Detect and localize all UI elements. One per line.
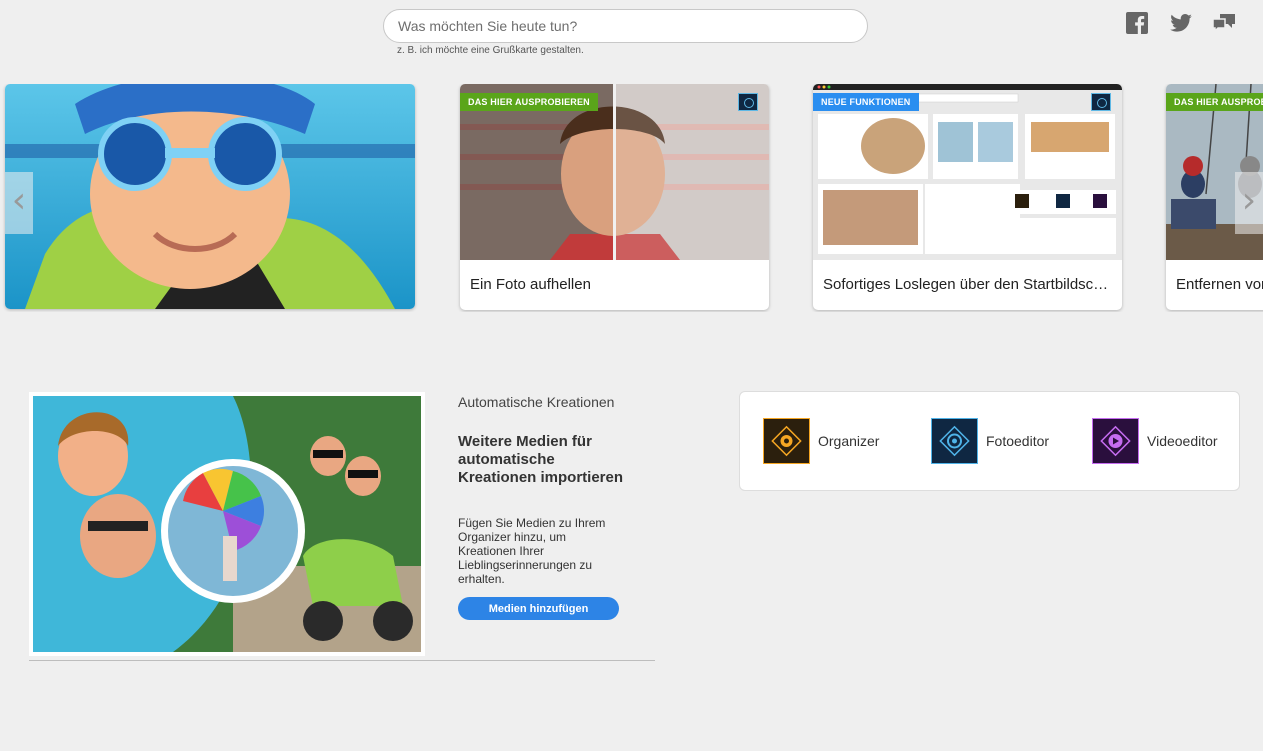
photo-editor-icon — [931, 418, 978, 464]
auto-creation-preview[interactable] — [29, 392, 425, 656]
auto-creations-title: Automatische Kreationen — [458, 394, 615, 410]
twitter-icon[interactable] — [1169, 11, 1193, 35]
carousel: DAS HIER AUSPROBIEREN Ein Foto aufhellen — [0, 84, 1263, 312]
auto-creations-heading: Weitere Medien für automatische Kreation… — [458, 433, 624, 486]
facebook-icon[interactable] — [1125, 11, 1149, 35]
video-editor-icon — [1092, 418, 1139, 464]
carousel-card-featured[interactable] — [5, 84, 415, 309]
photoshop-elements-icon — [738, 93, 758, 111]
video-editor-label: Videoeditor — [1147, 433, 1218, 449]
organizer-button[interactable]: Organizer — [763, 418, 879, 464]
carousel-next-button[interactable]: › — [1235, 172, 1263, 234]
search-box[interactable] — [383, 9, 868, 43]
carousel-card-brighten[interactable]: DAS HIER AUSPROBIEREN Ein Foto aufhellen — [460, 84, 769, 310]
auto-creations-description: Fügen Sie Medien zu Ihrem Organizer hinz… — [458, 516, 606, 586]
photo-editor-button[interactable]: Fotoeditor — [931, 418, 1049, 464]
organizer-icon — [763, 418, 810, 464]
search-input[interactable] — [384, 10, 867, 42]
video-editor-button[interactable]: Videoeditor — [1092, 418, 1218, 464]
divider — [29, 660, 655, 661]
photoshop-elements-icon — [1091, 93, 1111, 111]
card-caption: Ein Foto aufhellen — [470, 276, 591, 293]
card-caption: Sofortiges Loslegen über den Startbildsc… — [823, 276, 1114, 293]
card-badge: NEUE FUNKTIONEN — [813, 93, 919, 111]
search-hint: z. B. ich möchte eine Grußkarte gestalte… — [397, 45, 584, 56]
card-caption: Entfernen von Objekten — [1176, 276, 1263, 293]
carousel-prev-button[interactable]: ‹ — [5, 172, 33, 234]
app-launcher-panel: Organizer Fotoeditor Videoeditor — [739, 391, 1240, 491]
photo-editor-label: Fotoeditor — [986, 433, 1050, 449]
organizer-label: Organizer — [818, 433, 880, 449]
feedback-icon[interactable] — [1212, 11, 1236, 35]
card-badge: DAS HIER AUSPROBIEREN — [1166, 93, 1263, 111]
carousel-card-home-screen[interactable]: NEUE FUNKTIONEN Sofortiges Loslegen über… — [813, 84, 1122, 310]
add-media-button[interactable]: Medien hinzufügen — [458, 597, 619, 620]
swimmer-photo — [5, 84, 415, 309]
card-badge: DAS HIER AUSPROBIEREN — [460, 93, 598, 111]
